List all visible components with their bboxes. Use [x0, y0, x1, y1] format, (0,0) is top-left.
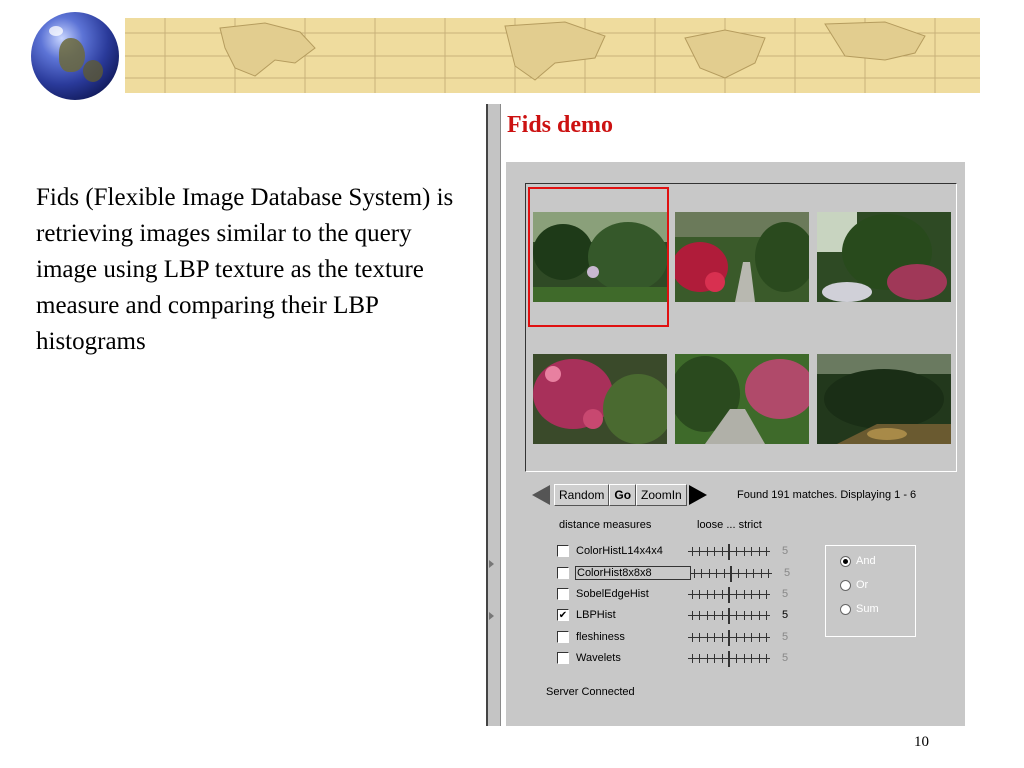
applet-scrollbar-edge[interactable] [486, 104, 501, 726]
result-image-6[interactable] [817, 354, 951, 444]
measure-row: SobelEdgeHist 5 [557, 585, 792, 603]
measure-value: 5 [782, 609, 789, 621]
measure-value: 5 [782, 652, 789, 664]
strictness-header: loose ... strict [697, 519, 762, 531]
query-image-highlight [528, 187, 669, 327]
strictness-slider[interactable] [688, 630, 770, 646]
slide-title: Fids demo [507, 112, 614, 138]
zoomin-button[interactable]: ZoomIn [636, 484, 687, 506]
measure-row: ColorHistL14x4x4 5 [557, 542, 792, 560]
slider-knob[interactable] [728, 544, 730, 560]
measure-checkbox[interactable] [557, 588, 569, 600]
strictness-slider[interactable] [690, 566, 772, 582]
radio-sum-label: Sum [856, 603, 879, 615]
strictness-slider[interactable] [688, 544, 770, 560]
slider-knob[interactable] [730, 566, 732, 582]
measure-label: ColorHist8x8x8 [575, 566, 691, 580]
combine-mode-group: And Or Sum [825, 545, 916, 637]
measure-checkbox[interactable] [557, 631, 569, 643]
slider-knob[interactable] [728, 651, 730, 667]
measure-value: 5 [782, 588, 789, 600]
map-banner [125, 18, 980, 93]
measure-row: ColorHist8x8x8 5 [557, 564, 794, 582]
slider-knob[interactable] [728, 608, 730, 624]
server-status: Server Connected [546, 686, 635, 698]
result-image-5[interactable] [675, 354, 809, 444]
strictness-slider[interactable] [688, 587, 770, 603]
match-status: Found 191 matches. Displaying 1 - 6 [737, 489, 917, 501]
radio-or[interactable]: Or [840, 577, 868, 593]
measure-value: 5 [784, 567, 791, 579]
next-arrow-icon[interactable] [688, 485, 707, 505]
measure-label: SobelEdgeHist [576, 588, 649, 600]
slider-knob[interactable] [728, 587, 730, 603]
radio-sum-dot[interactable] [840, 603, 851, 615]
measure-label: fleshiness [576, 631, 625, 643]
radio-and-label: And [856, 555, 876, 567]
page-number: 10 [914, 734, 929, 750]
measure-label: Wavelets [576, 652, 621, 664]
measure-value: 5 [782, 545, 789, 557]
go-button[interactable]: Go [609, 484, 637, 506]
radio-sum[interactable]: Sum [840, 601, 879, 617]
radio-or-dot[interactable] [840, 579, 851, 591]
radio-or-label: Or [856, 579, 869, 591]
measure-label: ColorHistL14x4x4 [576, 545, 663, 557]
strictness-slider[interactable] [688, 608, 770, 624]
distance-measures-header: distance measures [559, 519, 652, 531]
measure-row: ✔ LBPHist 5 [557, 606, 792, 624]
slide-description: Fids (Flexible Image Database System) is… [36, 184, 454, 355]
navigation-bar: Random Go ZoomIn [532, 483, 707, 507]
previous-arrow-icon[interactable] [532, 485, 550, 505]
measure-checkbox[interactable] [557, 652, 569, 664]
radio-and[interactable]: And [840, 553, 876, 569]
result-image-4[interactable] [533, 354, 667, 444]
measure-checkbox[interactable] [557, 567, 569, 579]
result-image-3[interactable] [817, 212, 951, 302]
result-image-2[interactable] [675, 212, 809, 302]
globe-logo [31, 12, 119, 100]
measure-label: LBPHist [576, 609, 616, 621]
measure-value: 5 [782, 631, 789, 643]
strictness-slider[interactable] [688, 651, 770, 667]
measure-row: fleshiness 5 [557, 628, 792, 646]
random-button[interactable]: Random [554, 484, 610, 506]
measure-checkbox[interactable] [557, 545, 569, 557]
world-map-graphic [125, 18, 980, 93]
radio-and-dot[interactable] [840, 555, 851, 567]
fids-applet: Random Go ZoomIn Found 191 matches. Disp… [506, 162, 965, 726]
measure-row: Wavelets 5 [557, 649, 792, 667]
measure-checkbox[interactable]: ✔ [557, 609, 569, 621]
slider-knob[interactable] [728, 630, 730, 646]
